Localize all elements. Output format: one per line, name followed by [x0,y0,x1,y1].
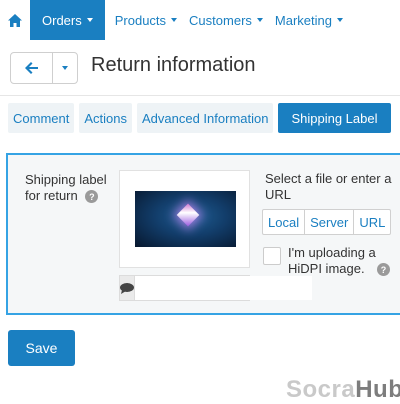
nav-products-label: Products [114,12,167,28]
nav-customers[interactable]: Customers [183,0,269,40]
tab-comment[interactable]: Comment [8,103,75,133]
nav-marketing-label: Marketing [274,12,332,28]
caret-down-icon [336,18,343,22]
hidpi-checkbox[interactable] [263,247,281,265]
caret-down-icon [62,66,68,70]
save-button[interactable]: Save [8,330,75,366]
tab-actions[interactable]: Actions [79,103,132,133]
select-file-text: Select a file or enter a URL [265,171,392,202]
caret-down-icon [256,18,263,22]
nav-orders[interactable]: Orders [30,0,105,40]
nav-orders-label: Orders [42,12,82,28]
nav-products[interactable]: Products [109,0,183,40]
top-navigation: Orders Products Customers Marketing [0,0,400,40]
question-circle-icon[interactable]: ? [377,263,390,276]
source-server-button[interactable]: Server [305,210,355,234]
nav-customers-label: Customers [189,12,252,28]
back-button[interactable] [11,53,53,83]
home-icon[interactable] [0,0,30,40]
arrow-left-icon [25,62,38,74]
comment-icon [120,276,135,300]
file-source-buttons: Local Server URL [262,209,392,235]
caret-down-icon [171,18,178,22]
watermark-part2: Hub [355,376,400,403]
caret-down-icon [86,18,93,22]
nav-marketing[interactable]: Marketing [269,0,349,40]
image-thumbnail [135,191,236,247]
watermark-part1: Socra [286,376,356,403]
back-dropdown-button[interactable] [53,53,77,83]
field-label-wrap: Shipping label for return ? [25,172,115,204]
alt-text-input[interactable] [135,276,312,300]
question-circle-icon[interactable]: ? [85,190,99,204]
tab-advanced-information[interactable]: Advanced Information [137,103,274,133]
alt-text-row [119,275,312,301]
page-title: Return information [91,54,256,76]
crystal-graphic [176,203,200,227]
source-url-button[interactable]: URL [354,210,390,234]
image-preview[interactable] [119,170,250,268]
source-local-button[interactable]: Local [263,210,306,234]
back-button-group [10,52,78,84]
shipping-label-panel: Shipping label for return ? Select a fil… [6,153,400,315]
tab-bar: Comment Actions Advanced Information Shi… [8,103,396,133]
page-header: Return information [0,40,400,96]
tab-shipping-label[interactable]: Shipping Label [278,103,391,133]
